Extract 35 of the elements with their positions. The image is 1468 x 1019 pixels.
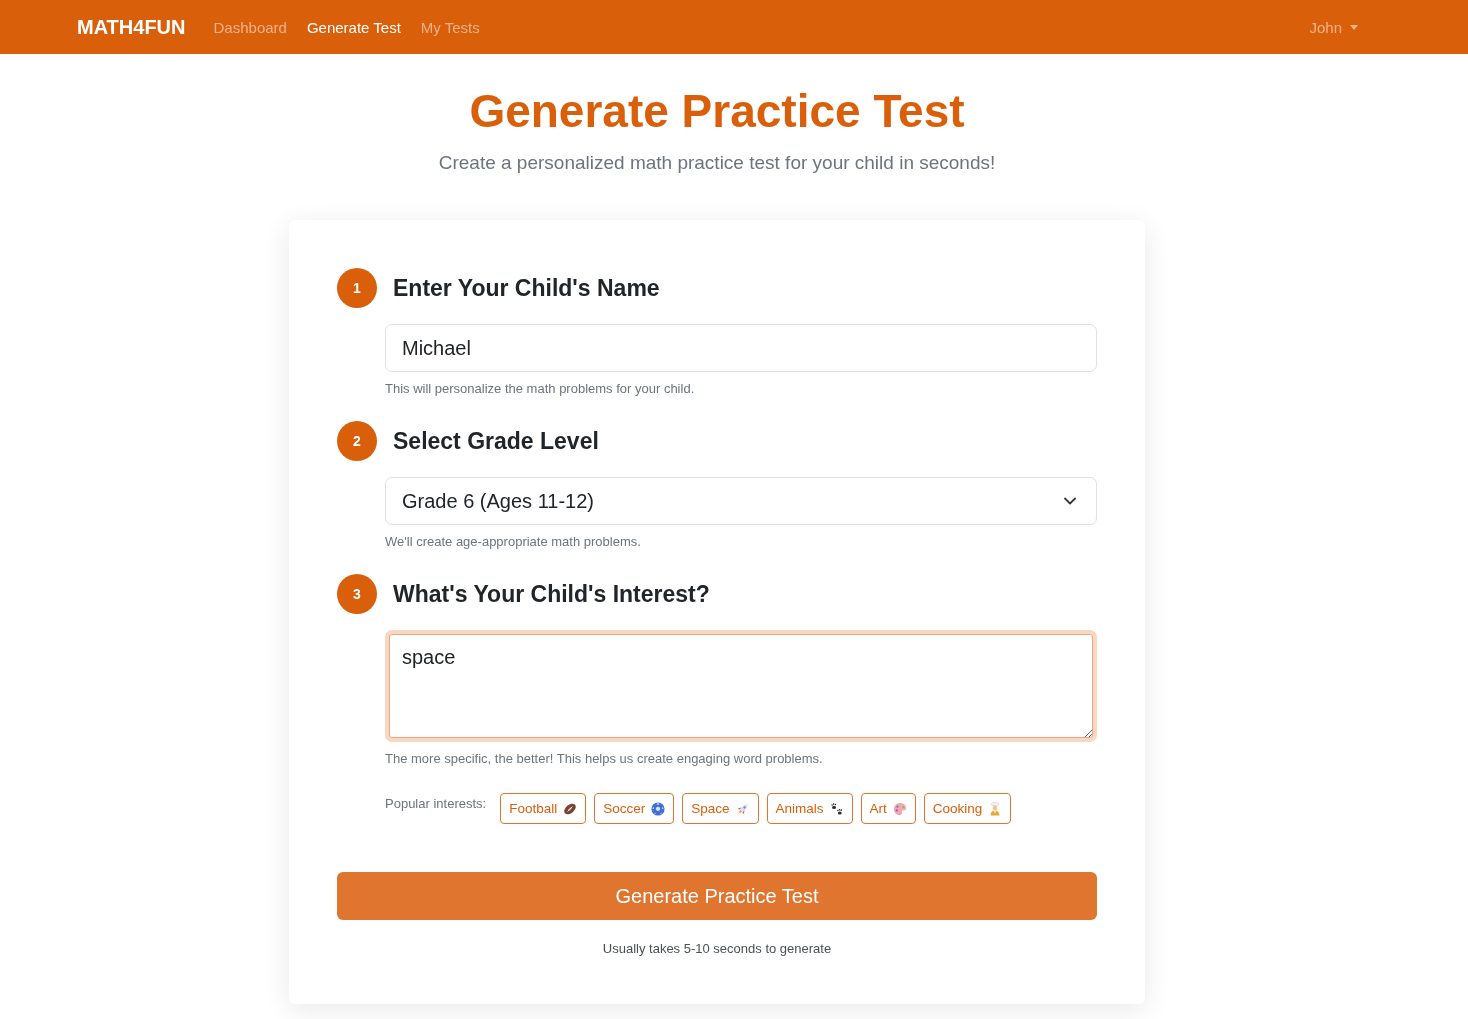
- palette-icon: [892, 801, 907, 816]
- submit-note: Usually takes 5-10 seconds to generate: [602, 940, 832, 958]
- interest-chip[interactable]: Soccer: [594, 793, 675, 824]
- interest-chip[interactable]: Football: [500, 793, 587, 824]
- name-input[interactable]: Michael: [385, 324, 1097, 372]
- nav-link[interactable]: Dashboard: [213, 18, 287, 36]
- grade-select[interactable]: Grade 6 (Ages 11-12): [385, 477, 1097, 525]
- page-subtitle: Create a personalized math practice test for your child in seconds!: [438, 151, 996, 175]
- step-number: 1: [337, 268, 377, 308]
- help-text: We'll create age-appropriate math problems.: [385, 533, 642, 550]
- suggestions-label: Popular interests:: [385, 795, 487, 813]
- caret-icon: [1350, 24, 1358, 30]
- step-title: Enter Your Child's Name: [393, 274, 660, 303]
- interest-textarea[interactable]: space: [385, 630, 1097, 742]
- soccer-ball-icon: [651, 801, 666, 816]
- rocket-icon: [735, 801, 750, 816]
- brand-logo[interactable]: MATH4FUN: [77, 15, 186, 39]
- step-title: What's Your Child's Interest?: [393, 580, 710, 609]
- nav-link[interactable]: My Tests: [420, 18, 480, 36]
- page-title: Generate Practice Test: [469, 84, 965, 139]
- chevron-down-icon: [1064, 497, 1076, 505]
- interest-chip[interactable]: Animals: [766, 793, 853, 824]
- step-number: 2: [337, 421, 377, 461]
- help-text: The more specific, the better! This helps us create engaging word problems.: [385, 750, 824, 767]
- interest-chip[interactable]: Art: [860, 793, 916, 824]
- nav-link[interactable]: Generate Test: [306, 18, 401, 36]
- interest-chip[interactable]: Space: [682, 793, 759, 824]
- user-menu[interactable]: John: [1309, 18, 1358, 36]
- step-number: 3: [337, 574, 377, 614]
- interest-chip[interactable]: Cooking: [923, 793, 1012, 824]
- football-icon: [563, 801, 578, 816]
- generate-button[interactable]: Generate Practice Test: [337, 872, 1097, 920]
- step-title: Select Grade Level: [393, 427, 599, 456]
- help-text: This will personalize the math problems for your child.: [385, 380, 696, 397]
- paw-prints-icon: [829, 801, 844, 816]
